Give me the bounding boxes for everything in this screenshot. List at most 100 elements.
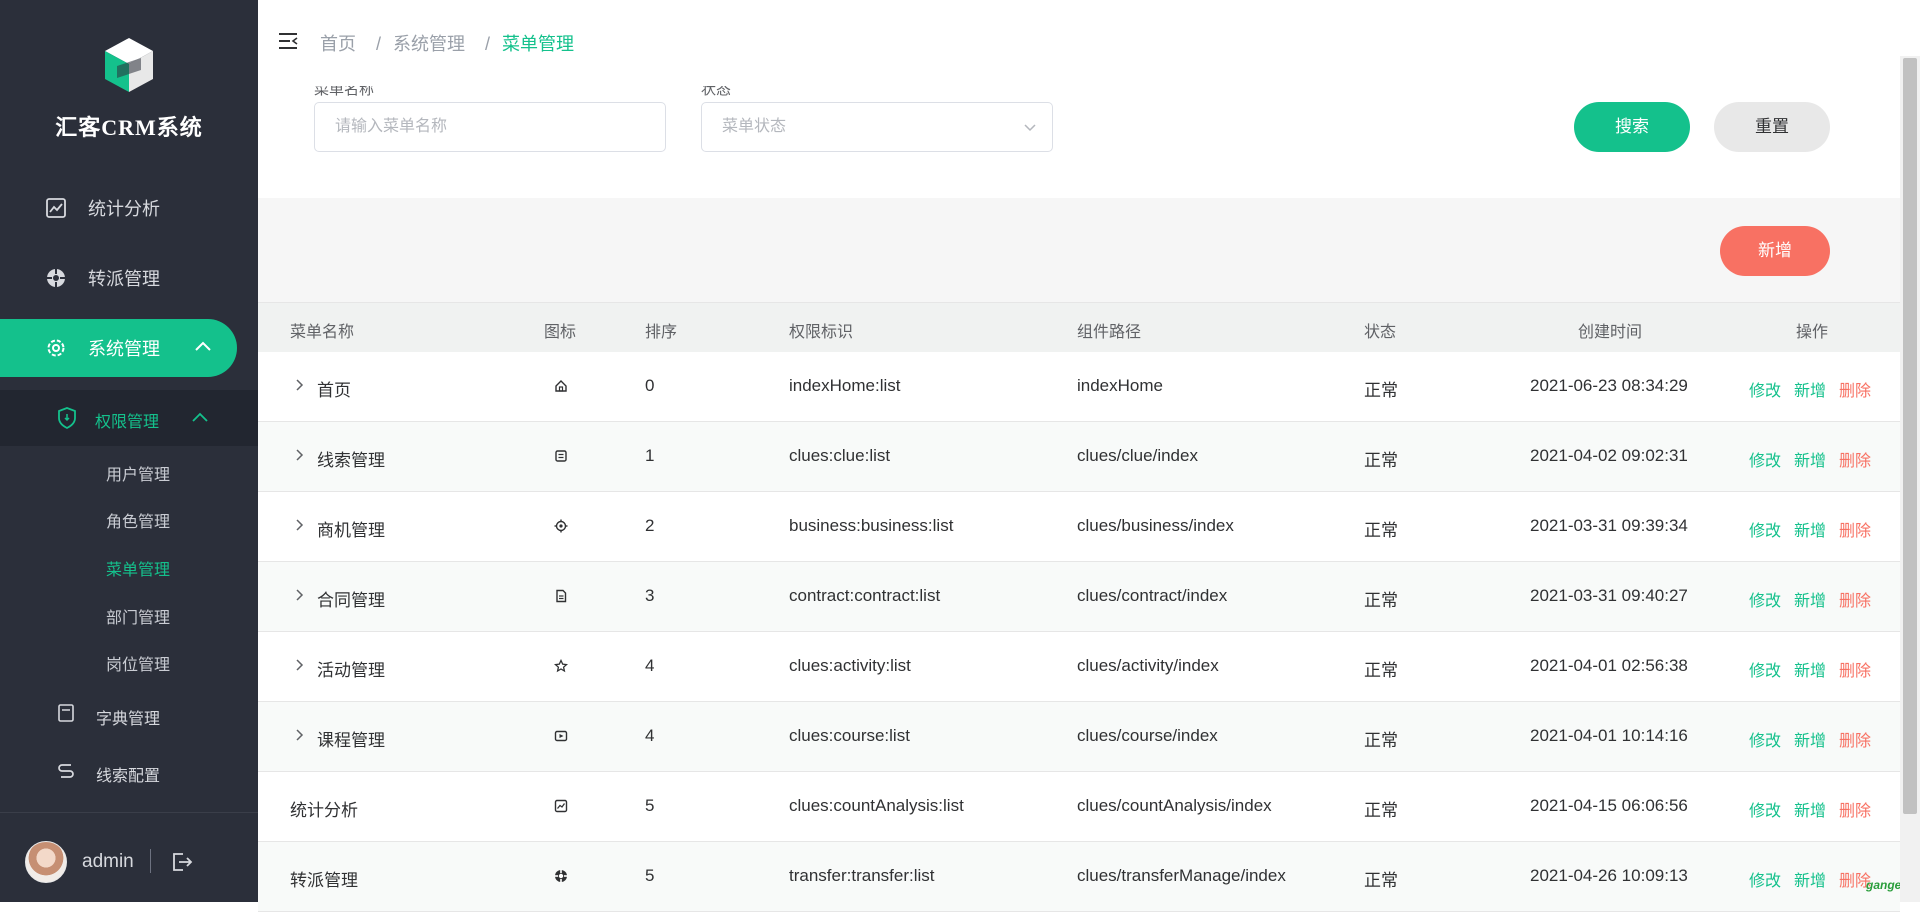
document-icon (554, 588, 568, 608)
edit-button[interactable]: 修改 (1749, 797, 1781, 821)
breadcrumb-system[interactable]: 系统管理 (393, 34, 465, 54)
cell-perm: clues:countAnalysis:list (789, 796, 964, 815)
edit-button[interactable]: 修改 (1749, 657, 1781, 681)
logo: 汇客CRM系统 (0, 36, 258, 156)
star-icon (553, 658, 569, 678)
chevron-down-icon (1024, 124, 1036, 132)
cell-name: 合同管理 (317, 591, 385, 610)
menu-toggle-icon[interactable] (278, 32, 298, 50)
breadcrumb: 首页 / 系统管理 / 菜单管理 (320, 30, 582, 56)
nav-subgroup-permissions[interactable]: 权限管理 (0, 390, 258, 446)
menu-name-input[interactable]: 请输入菜单名称 (314, 102, 666, 152)
nav-item-system[interactable]: 系统管理 (0, 319, 237, 377)
clue-icon (554, 448, 568, 468)
col-header-icon: 图标 (544, 324, 577, 341)
delete-button[interactable]: 删除 (1839, 657, 1871, 681)
delete-button[interactable]: 删除 (1839, 797, 1871, 821)
cell-name: 商机管理 (317, 521, 385, 540)
expand-chevron-icon[interactable] (295, 378, 305, 392)
logo-icon (105, 38, 153, 92)
cell-created: 2021-04-01 02:56:38 (1530, 656, 1688, 675)
reset-button[interactable]: 重置 (1714, 102, 1830, 152)
avatar[interactable] (25, 841, 67, 883)
sidebar-item-menus[interactable]: 菜单管理 (106, 556, 170, 580)
cell-created: 2021-04-15 06:06:56 (1530, 796, 1688, 815)
col-header-path: 组件路径 (1077, 324, 1142, 341)
scrollbar-thumb[interactable] (1903, 58, 1917, 814)
edit-button[interactable]: 修改 (1749, 867, 1781, 891)
edit-button[interactable]: 修改 (1749, 377, 1781, 401)
scrollbar[interactable] (1900, 56, 1920, 902)
cell-status: 正常 (1364, 381, 1398, 400)
expand-chevron-icon[interactable] (295, 518, 305, 532)
delete-button[interactable]: 删除 (1839, 727, 1871, 751)
sidebar-item-positions[interactable]: 岗位管理 (106, 651, 170, 675)
cell-name: 首页 (317, 381, 351, 400)
status-select[interactable]: 菜单状态 (701, 102, 1053, 152)
breadcrumb-separator: / (485, 34, 491, 54)
cell-perm: clues:course:list (789, 726, 910, 745)
delete-button[interactable]: 删除 (1839, 377, 1871, 401)
nav-item-dictionary[interactable]: 字典管理 (0, 694, 258, 734)
chevron-up-icon (192, 412, 208, 422)
cell-path: clues/business/index (1077, 516, 1234, 535)
expand-chevron-icon[interactable] (295, 728, 305, 742)
add-child-button[interactable]: 新增 (1794, 657, 1826, 681)
user-bar: admin (0, 812, 258, 902)
target-icon (554, 518, 568, 538)
edit-button[interactable]: 修改 (1749, 447, 1781, 471)
gear-icon (47, 339, 65, 357)
video-icon (554, 728, 568, 748)
edit-button[interactable]: 修改 (1749, 727, 1781, 751)
nav-label: 字典管理 (96, 711, 161, 728)
cell-status: 正常 (1364, 591, 1398, 610)
cell-path: clues/contract/index (1077, 586, 1228, 605)
add-child-button[interactable]: 新增 (1794, 447, 1826, 471)
cell-created: 2021-04-01 10:14:16 (1530, 726, 1688, 745)
breadcrumb-separator: / (376, 34, 382, 54)
table-row: 统计分析 5 clues:countAnalysis:list clues/count… (258, 772, 1900, 842)
logout-icon[interactable] (170, 851, 194, 873)
sidebar-item-roles[interactable]: 角色管理 (106, 508, 170, 532)
add-child-button[interactable]: 新增 (1794, 377, 1826, 401)
cell-name: 转派管理 (290, 871, 358, 890)
col-header-order: 排序 (645, 324, 678, 341)
add-child-button[interactable]: 新增 (1794, 867, 1826, 891)
add-child-button[interactable]: 新增 (1794, 517, 1826, 541)
cell-status: 正常 (1364, 801, 1398, 820)
home-icon (554, 378, 568, 398)
subgroup-label: 权限管理 (95, 414, 160, 431)
add-menu-button[interactable]: 新增 (1720, 226, 1830, 276)
sidebar-item-users[interactable]: 用户管理 (106, 461, 170, 485)
nav-item-clue-config[interactable]: 线索配置 (0, 751, 258, 791)
table-row: 线索管理 1 clues:clue:list clues/clue/index 正常 20… (258, 422, 1900, 492)
delete-button[interactable]: 删除 (1839, 447, 1871, 471)
delete-button[interactable]: 删除 (1839, 587, 1871, 611)
edit-button[interactable]: 修改 (1749, 517, 1781, 541)
add-child-button[interactable]: 新增 (1794, 797, 1826, 821)
col-header-status: 状态 (1364, 324, 1397, 341)
cell-path: clues/countAnalysis/index (1077, 796, 1272, 815)
cell-path: clues/transferManage/index (1077, 866, 1286, 885)
col-header-name: 菜单名称 (290, 324, 355, 341)
nav-item-statistics[interactable]: 统计分析 (0, 179, 258, 237)
expand-chevron-icon[interactable] (295, 448, 305, 462)
edit-button[interactable]: 修改 (1749, 587, 1781, 611)
add-child-button[interactable]: 新增 (1794, 587, 1826, 611)
expand-chevron-icon[interactable] (295, 588, 305, 602)
cell-order: 3 (645, 586, 655, 605)
header: 首页 / 系统管理 / 菜单管理 (258, 0, 1900, 84)
link-icon (58, 764, 74, 778)
cell-path: clues/clue/index (1077, 446, 1198, 465)
delete-button[interactable]: 删除 (1839, 517, 1871, 541)
search-button[interactable]: 搜索 (1574, 102, 1690, 152)
breadcrumb-home[interactable]: 首页 (320, 34, 356, 54)
expand-chevron-icon[interactable] (295, 658, 305, 672)
sidebar-item-departments[interactable]: 部门管理 (106, 604, 170, 628)
nav-item-transfer[interactable]: 转派管理 (0, 249, 258, 307)
add-child-button[interactable]: 新增 (1794, 727, 1826, 751)
col-header-ops: 操作 (1796, 324, 1829, 341)
cell-order: 4 (645, 656, 655, 675)
cell-order: 1 (645, 446, 655, 465)
book-icon (58, 704, 74, 722)
